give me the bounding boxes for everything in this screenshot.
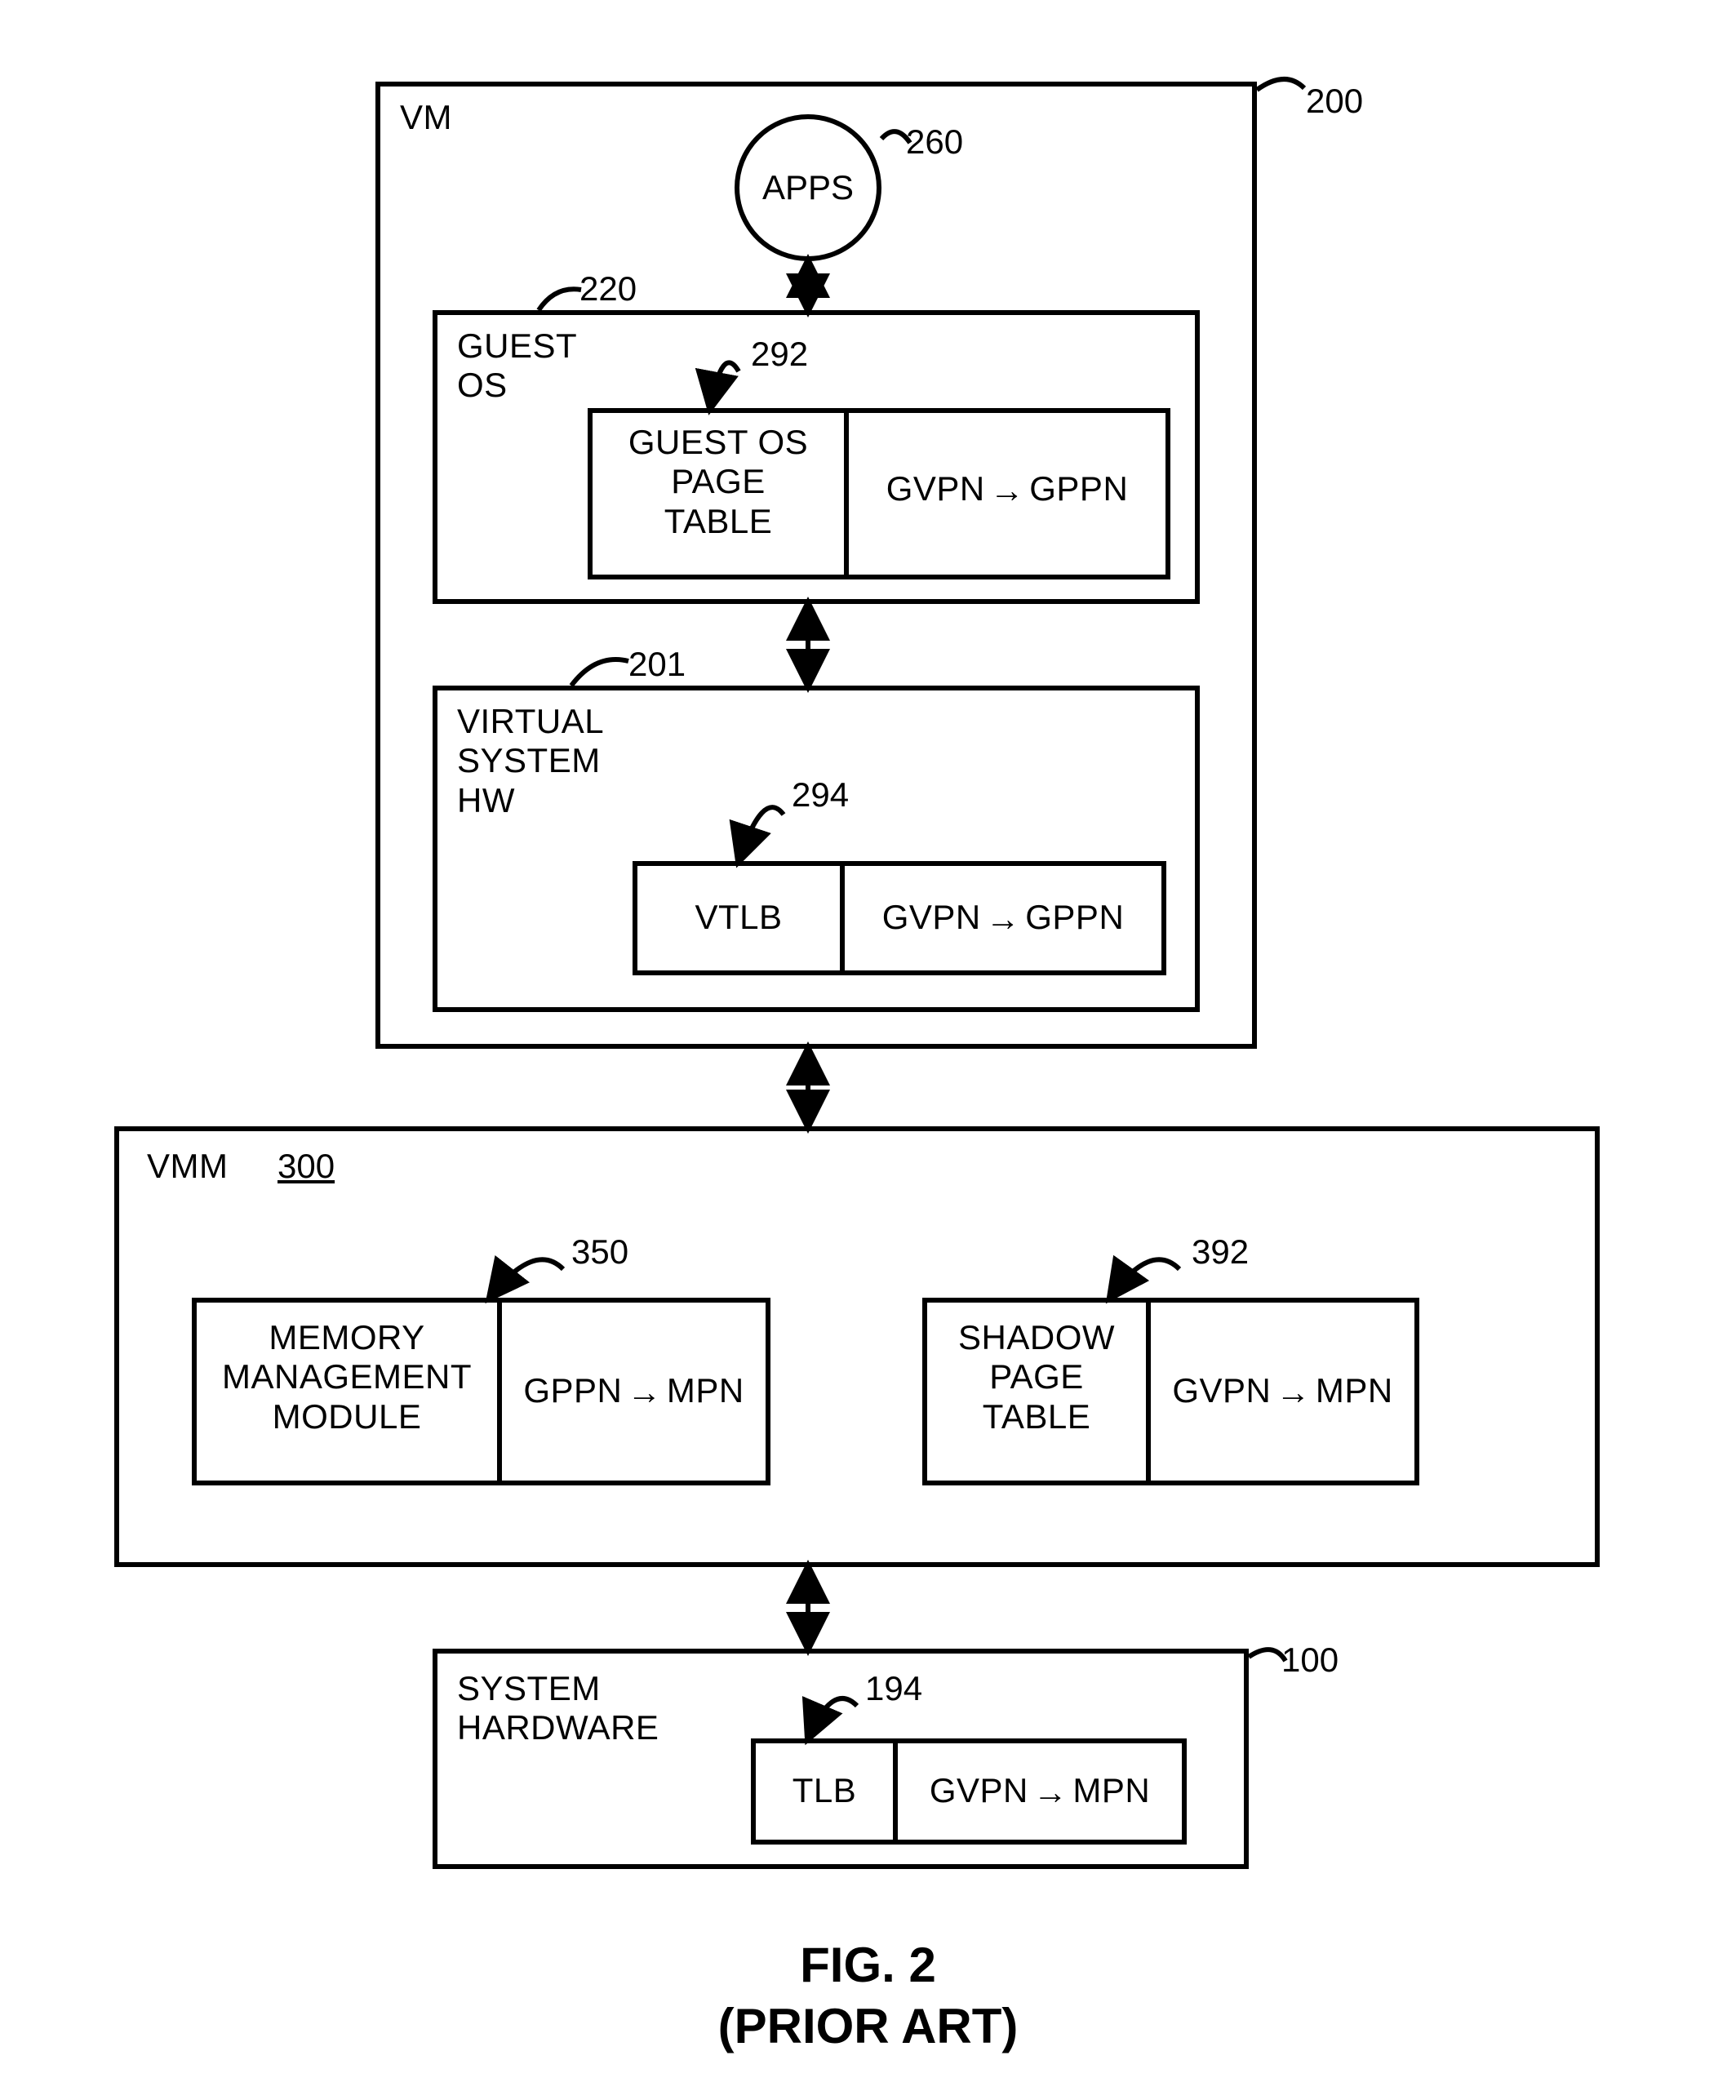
- right-arrow-icon: →: [1276, 1375, 1311, 1410]
- apps-circle: APPS: [735, 114, 881, 261]
- gvpn-gppn-lhs-2: GVPN: [882, 898, 981, 937]
- vmm-label: VMM: [147, 1147, 229, 1186]
- gppn-mpn-lhs: GPPN: [523, 1371, 622, 1410]
- shadow-pt-label: SHADOW PAGE TABLE: [922, 1318, 1151, 1436]
- vtlb-label: VTLB: [633, 898, 845, 937]
- sys-hw-label: SYSTEM HARDWARE: [457, 1669, 659, 1748]
- figure-title-line2: (PRIOR ART): [0, 1996, 1736, 2057]
- virtual-hw-label: VIRTUAL SYSTEM HW: [457, 702, 604, 820]
- right-arrow-icon: →: [990, 473, 1025, 508]
- gvpn-gppn-rhs-2: GPPN: [1025, 898, 1124, 937]
- ref-vm: 200: [1306, 82, 1363, 121]
- ref-apps: 260: [906, 122, 963, 162]
- gvpn-mpn-rhs-2: MPN: [1072, 1771, 1150, 1810]
- guest-os-label: GUEST OS: [457, 326, 577, 406]
- right-arrow-icon: →: [986, 902, 1021, 936]
- gvpn-mpn-lhs: GVPN: [1172, 1371, 1271, 1410]
- vm-label: VM: [400, 98, 452, 137]
- ref-guest-page-table: 292: [751, 335, 808, 374]
- ref-tlb: 194: [865, 1669, 922, 1708]
- gvpn-mpn-lhs-2: GVPN: [930, 1771, 1028, 1810]
- gvpn-mpn-2: GVPN → MPN: [893, 1771, 1187, 1810]
- ref-guest-os: 220: [579, 269, 637, 309]
- right-arrow-icon: →: [627, 1375, 662, 1410]
- guest-page-table-label: GUEST OS PAGE TABLE: [588, 423, 849, 541]
- gvpn-gppn-1: GVPN → GPPN: [844, 469, 1170, 508]
- gvpn-gppn-lhs: GVPN: [886, 469, 985, 508]
- ref-vmm: 300: [277, 1147, 335, 1186]
- figure-title: FIG. 2 (PRIOR ART): [0, 1934, 1736, 2057]
- apps-label: APPS: [762, 168, 854, 207]
- ref-sys-hw: 100: [1281, 1640, 1339, 1680]
- tlb-label: TLB: [751, 1771, 898, 1810]
- right-arrow-icon: →: [1033, 1775, 1068, 1809]
- diagram-canvas: VM 200 APPS 260 GUEST OS 220 GUEST OS PA…: [0, 0, 1736, 2100]
- gppn-mpn: GPPN → MPN: [497, 1371, 770, 1410]
- figure-title-line1: FIG. 2: [0, 1934, 1736, 1996]
- gvpn-mpn-rhs: MPN: [1316, 1371, 1393, 1410]
- ref-shadow-pt: 392: [1192, 1232, 1249, 1272]
- gvpn-mpn-1: GVPN → MPN: [1146, 1371, 1419, 1410]
- ref-mem-mgmt: 350: [571, 1232, 628, 1272]
- gvpn-gppn-rhs: GPPN: [1029, 469, 1128, 508]
- gppn-mpn-rhs: MPN: [667, 1371, 744, 1410]
- ref-vtlb: 294: [792, 775, 849, 815]
- gvpn-gppn-2: GVPN → GPPN: [840, 898, 1166, 937]
- ref-virtual-hw: 201: [628, 645, 686, 684]
- mem-mgmt-label: MEMORY MANAGEMENT MODULE: [192, 1318, 502, 1436]
